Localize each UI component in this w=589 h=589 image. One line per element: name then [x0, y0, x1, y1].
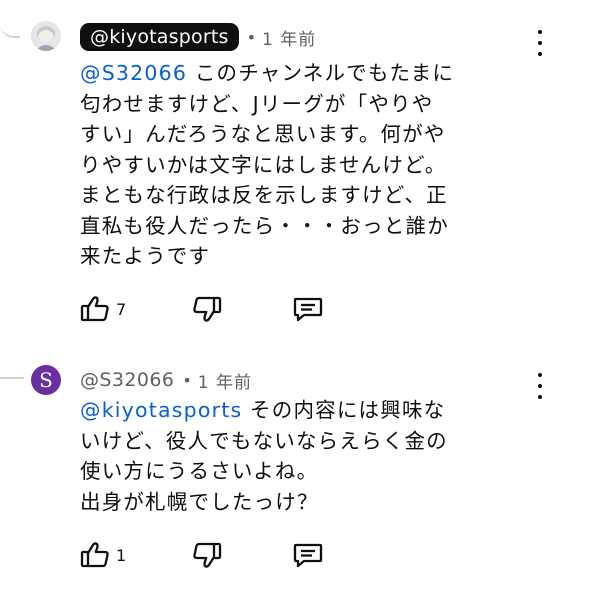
avatar[interactable]: S	[31, 365, 61, 395]
author-name[interactable]: @S32066	[80, 369, 174, 391]
comment-timestamp[interactable]: 1 年前	[262, 25, 316, 50]
like-count: 1	[116, 545, 127, 565]
thumbs-down-icon	[193, 296, 222, 322]
dislike-button[interactable]	[192, 294, 222, 324]
mention-link[interactable]: @S32066	[80, 61, 187, 85]
thumbs-down-icon	[193, 542, 222, 568]
thumbs-up-icon	[80, 542, 109, 568]
comment-text: @S32066 このチャンネルでもたまに 匂わせますけど、Jリーグが「やりや す…	[80, 58, 550, 272]
mention-link[interactable]: @kiyotasports	[80, 398, 242, 422]
reply-button[interactable]	[292, 294, 324, 324]
reply-comment-icon	[293, 297, 323, 322]
user-photo-icon[interactable]	[31, 21, 61, 51]
comment-text: @kiyotasports その内容には興味な いけど、役人でもないならえらく金…	[80, 395, 550, 517]
meta-separator: •	[246, 27, 257, 47]
dislike-button[interactable]	[192, 540, 222, 570]
author-name-badge[interactable]: @kiyotasports	[80, 23, 239, 51]
comment: @kiyotasports • 1 年前 @S32066 このチャンネルでもたま…	[0, 0, 589, 340]
more-vertical-icon[interactable]	[534, 30, 546, 56]
comment-body: このチャンネルでもたまに 匂わせますけど、Jリーグが「やりや すい」んだろうなと…	[80, 61, 455, 268]
reply-comment-icon	[293, 543, 323, 568]
like-button[interactable]: 7	[80, 294, 126, 324]
like-count: 7	[116, 299, 127, 319]
reply-button[interactable]	[292, 540, 324, 570]
thumbs-up-icon	[80, 296, 109, 322]
comment-timestamp[interactable]: 1 年前	[198, 368, 252, 393]
like-button[interactable]: 1	[80, 540, 126, 570]
comment: S @S32066 • 1 年前 @kiyotasports その内容には興味な…	[0, 340, 589, 589]
comment-meta: @S32066 • 1 年前	[80, 366, 252, 394]
meta-separator: •	[182, 370, 192, 390]
comment-meta: @kiyotasports • 1 年前	[80, 23, 316, 51]
